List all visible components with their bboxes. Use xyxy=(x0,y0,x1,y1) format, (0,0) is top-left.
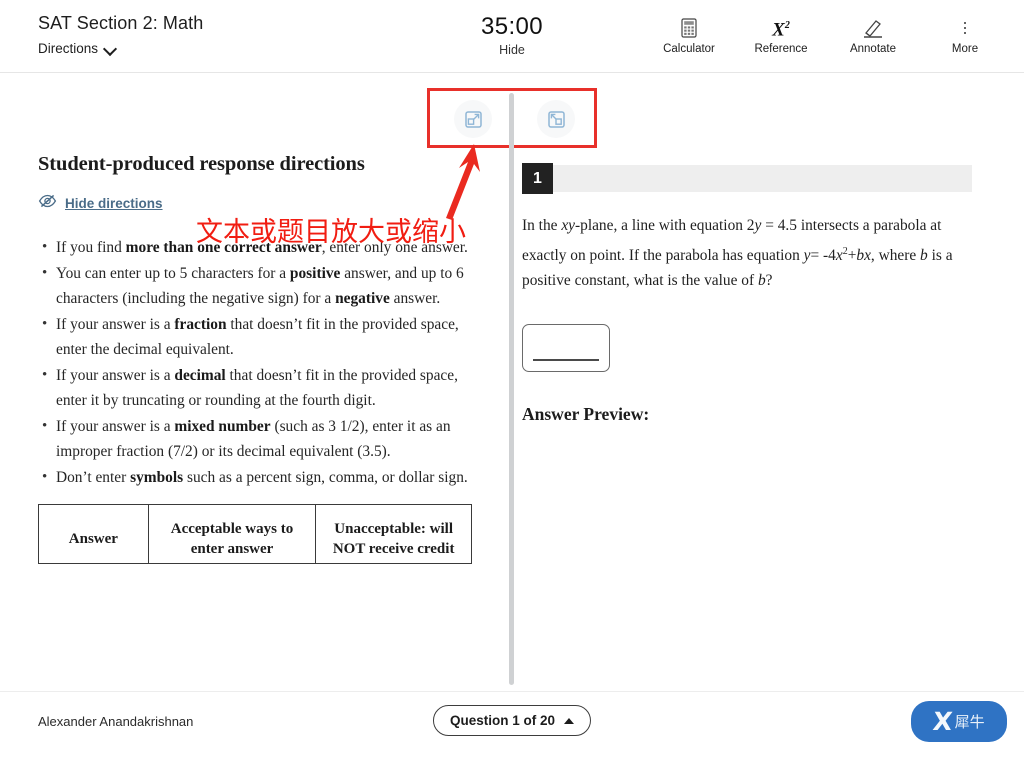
question-number-badge: 1 xyxy=(522,163,553,194)
directions-dropdown[interactable]: Directions xyxy=(38,41,203,56)
brand-watermark-badge: X 犀牛 xyxy=(911,701,1007,742)
reference-button[interactable]: X2 Reference xyxy=(750,16,812,55)
student-response-input[interactable] xyxy=(522,323,610,372)
list-item: If your answer is a decimal that doesn’t… xyxy=(42,363,475,414)
test-app-window: SAT Section 2: Math Directions 35:00 Hid… xyxy=(0,0,1024,767)
brand-logo-text: 犀牛 xyxy=(954,713,985,731)
caret-up-icon xyxy=(564,717,575,724)
directions-bullet-list: If you find more than one correct answer… xyxy=(38,235,475,490)
calculator-button[interactable]: Calculator xyxy=(658,16,720,55)
list-item: If your answer is a mixed number (such a… xyxy=(42,414,475,465)
reference-x-squared-icon: X2 xyxy=(750,16,812,40)
answer-format-table: Answer Acceptable ways to enter answer U… xyxy=(38,504,472,564)
table-row: Answer Acceptable ways to enter answer U… xyxy=(38,504,472,564)
question-navigator-label: Question 1 of 20 xyxy=(449,713,556,728)
chevron-down-icon xyxy=(105,43,116,54)
reference-glyph-exponent: 2 xyxy=(784,20,790,32)
list-item: You can enter up to 5 characters for a p… xyxy=(42,261,475,312)
calculator-icon xyxy=(658,16,720,40)
calculator-label: Calculator xyxy=(663,43,715,55)
annotate-button[interactable]: Annotate xyxy=(842,16,904,55)
app-footer: Alexander Anandakrishnan Question 1 of 2… xyxy=(0,691,1024,767)
table-header-answer: Answer xyxy=(38,504,149,564)
header-tools: Calculator X2 Reference Annotate More xyxy=(658,16,996,55)
list-item: If your answer is a fraction that doesn’… xyxy=(42,312,475,363)
directions-heading: Student-produced response directions xyxy=(38,153,365,175)
student-name: Alexander Anandakrishnan xyxy=(38,714,194,729)
brand-logo-mark: X xyxy=(931,707,955,736)
eye-slash-icon xyxy=(38,194,57,213)
directions-label: Directions xyxy=(38,41,99,56)
answer-preview-label: Answer Preview: xyxy=(522,403,650,424)
page-title: SAT Section 2: Math xyxy=(38,13,204,33)
reference-label: Reference xyxy=(754,43,808,55)
table-header-acceptable: Acceptable ways to enter answer xyxy=(147,504,317,564)
timer-hide-button[interactable]: Hide xyxy=(499,43,525,57)
hide-directions-link[interactable]: Hide directions xyxy=(38,194,163,213)
app-header: SAT Section 2: Math Directions 35:00 Hid… xyxy=(0,0,1024,73)
table-header-unacceptable: Unacceptable: will NOT receive credit xyxy=(315,504,472,564)
annotate-pencil-icon xyxy=(842,16,904,40)
header-left-group: SAT Section 2: Math Directions xyxy=(38,12,203,56)
list-item: If you find more than one correct answer… xyxy=(42,235,475,261)
hide-directions-label: Hide directions xyxy=(65,196,163,211)
reference-glyph-base: X xyxy=(772,19,785,41)
question-text: In the xy-plane, a line with equation 2y… xyxy=(522,217,953,290)
panel-splitter-handle[interactable] xyxy=(509,93,514,685)
list-item: Don’t enter symbols such as a percent si… xyxy=(42,465,475,491)
more-vertical-dots-icon xyxy=(934,16,996,40)
question-panel: 1 In the xy-plane, a line with equation … xyxy=(522,95,1010,691)
more-button[interactable]: More xyxy=(934,16,996,55)
more-label: More xyxy=(951,43,979,55)
question-navigator-button[interactable]: Question 1 of 20 xyxy=(432,705,592,736)
directions-panel: Student-produced response directions Hid… xyxy=(0,95,500,691)
annotate-label: Annotate xyxy=(849,43,897,55)
question-header-band: 1 xyxy=(522,163,972,194)
